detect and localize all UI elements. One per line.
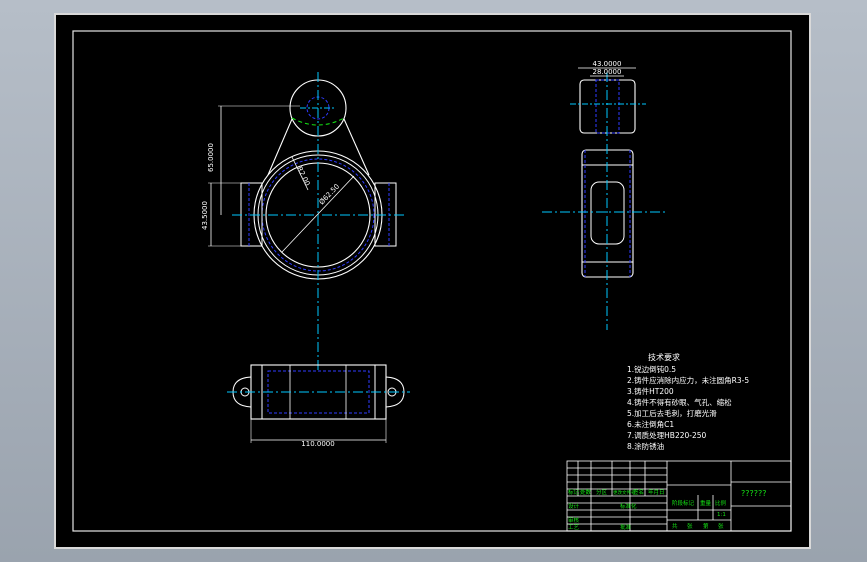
dim-outer-width-label: 43.0000 (593, 60, 622, 68)
tb-label: 审核 (568, 516, 580, 524)
technical-notes: 技术要求 1.锐边倒钝0.5 2.铸件应消除内应力，未注圆角R3-5 3.铸件H… (627, 352, 749, 451)
tb-label: 签名 (633, 488, 644, 496)
dim-radius-label: R2.00 (295, 165, 311, 187)
tb-label: 处数 (580, 488, 592, 496)
inner-border (72, 30, 792, 532)
tb-label: 设计 (568, 502, 580, 510)
tb-label: 标记 (568, 488, 580, 496)
tb-label: 批准 (620, 523, 632, 531)
note-line: 3.铸件HT200 (627, 386, 674, 396)
note-line: 7.调质处理HB220-250 (627, 430, 707, 440)
dim-bore-height-label: 43.5000 (201, 201, 209, 230)
tb-label: 重量 (700, 499, 712, 507)
note-line: 8.涂防锈油 (627, 441, 664, 451)
arm-right (343, 118, 370, 176)
tb-label: 张 (687, 522, 693, 530)
bottom-view (227, 364, 410, 443)
tb-drawing-name: ?????? (741, 489, 766, 498)
note-line: 4.铸件不得有砂眼、气孔、缩松 (627, 397, 732, 407)
tb-label: 分区 (596, 488, 608, 496)
note-line: 5.加工后去毛刺，打磨光滑 (627, 408, 717, 418)
note-line: 2.铸件应消除内应力，未注圆角R3-5 (627, 375, 749, 385)
tb-label: 第 (703, 522, 709, 530)
note-line: 1.锐边倒钝0.5 (627, 364, 676, 374)
tb-label: 工艺 (568, 524, 580, 531)
dim-diameter-label: Ø62.50 (318, 182, 342, 206)
side-top-block (579, 79, 636, 134)
dim-inner-width-label: 28.0000 (593, 68, 622, 76)
tb-label: 年月日 (648, 488, 665, 496)
dim-height-label: 65.0000 (207, 143, 215, 172)
side-top-hidden (595, 79, 620, 134)
tb-label: 阶段标记 (672, 499, 695, 507)
dim-bottom-width-label: 110.0000 (301, 440, 334, 448)
tb-label: 共 (672, 522, 678, 530)
tb-scale: 1:1 (717, 512, 726, 518)
tb-label: 标准化 (620, 502, 637, 510)
tb-label: 张 (718, 522, 724, 530)
arm-left (267, 118, 293, 176)
tb-label: 比例 (715, 499, 727, 507)
note-line: 6.未注倒角C1 (627, 419, 674, 429)
side-view (542, 67, 666, 330)
front-view (208, 72, 406, 370)
notes-title: 技术要求 (648, 352, 680, 362)
drawing-canvas: 65.0000 43.5000 Ø62.50 R2.00 110.0000 43… (72, 30, 792, 532)
